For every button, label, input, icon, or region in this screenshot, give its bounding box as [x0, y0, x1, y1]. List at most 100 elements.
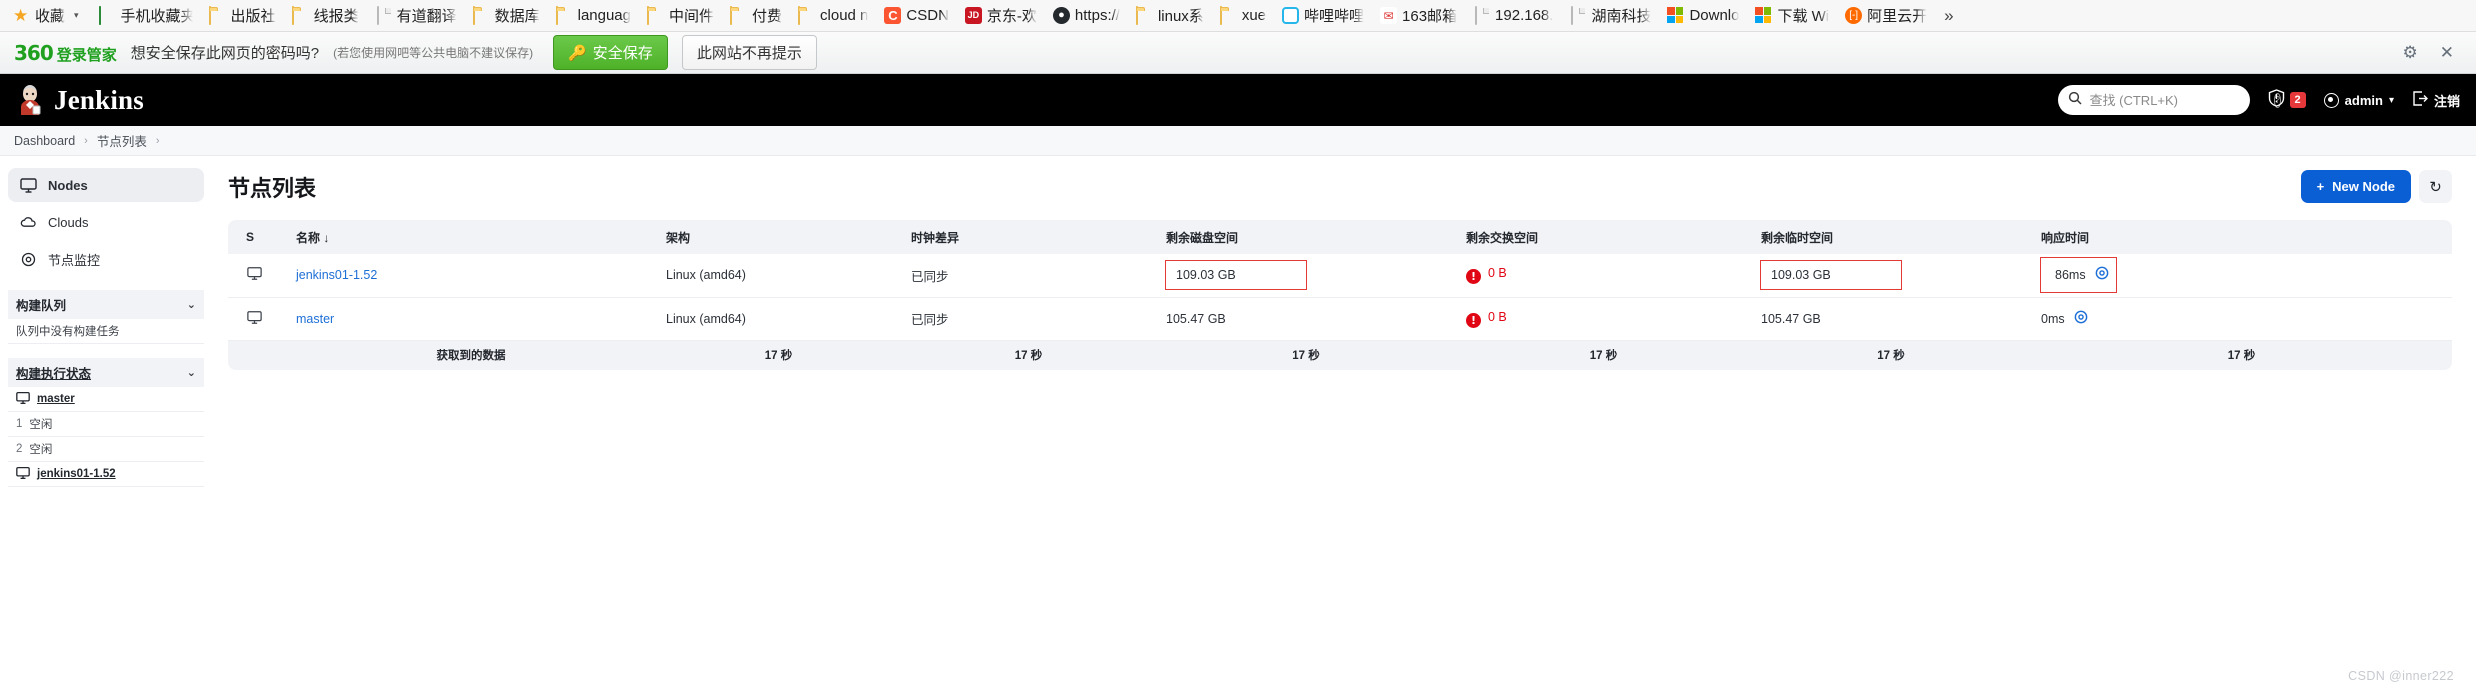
node-link[interactable]: jenkins01-1.52 [296, 268, 377, 282]
free-disk-space-value: 105.47 GB [1166, 311, 1226, 326]
chevron-right-icon: › [84, 134, 88, 147]
executor-slot-status: 空闲 [29, 444, 53, 456]
plus-icon: + [2316, 179, 2325, 194]
sidebar-item-label-nodes: Nodes [48, 177, 88, 193]
password-save-question: 想安全保存此网页的密码吗? [130, 45, 320, 62]
nodes-table-footer-row: 获取到的数据 17 秒 17 秒 17 秒 17 秒 17 秒 17 秒 [228, 340, 2452, 370]
bookmark-label: CSDN [906, 7, 949, 24]
sidebar: Nodes Clouds 节点监控 构建队列 ⌄ 队列中没有构建任务 构建执行状… [0, 156, 212, 691]
executor-node-row[interactable]: master [8, 387, 204, 412]
free-temp-space-value: 109.03 GB [1760, 260, 1902, 291]
close-icon[interactable]: ✕ [2440, 44, 2454, 61]
bookmark-item[interactable]: ★ 收藏 ▾ [6, 2, 90, 29]
bookmark-item[interactable]: xue [1213, 4, 1273, 27]
bookmark-label: 中间件 [669, 8, 715, 25]
sidebar-item-clouds[interactable]: Clouds [8, 205, 204, 239]
jenkins-header: Jenkins ? 2 admin ▾ 注销 [0, 74, 2476, 126]
sidebar-item-label-node-monitoring: 节点监控 [48, 252, 101, 268]
bookmark-item[interactable]: 付费 [723, 2, 789, 29]
secure-save-button[interactable]: 🔑 安全保存 [553, 35, 668, 70]
gear-icon[interactable] [2094, 265, 2110, 285]
bookmark-item[interactable]: 数据库 [466, 2, 547, 29]
bookmark-item[interactable]: 出版社 [202, 2, 283, 29]
nodes-table-header-row: S 名称 ↓ 架构 时钟差异 剩余磁盘空间 剩余交换空间 剩余临时空间 响应时间 [228, 220, 2452, 254]
refresh-icon: ↻ [2429, 178, 2442, 196]
bookmarks-overflow-button[interactable]: » [1936, 6, 1961, 26]
executor-node-name[interactable]: jenkins01-1.52 [37, 468, 116, 480]
bookmark-item[interactable]: 哔哩哔哩 [1275, 2, 1371, 29]
bookmark-item[interactable]: 湖南科技 [1562, 2, 1658, 29]
folder-icon [1135, 6, 1138, 25]
bookmark-item[interactable]: ✉ 163邮箱 [1373, 2, 1464, 29]
new-node-button[interactable]: + New Node [2300, 170, 2411, 203]
page-icon [1475, 6, 1478, 25]
security-alerts-button[interactable]: 2 [2268, 88, 2306, 112]
bookmark-item[interactable]: JD 京东-欢 [958, 2, 1044, 29]
gear-icon[interactable] [2073, 309, 2089, 329]
col-clock-difference[interactable]: 时钟差异 [901, 220, 1156, 254]
logout-button[interactable]: 注销 [2412, 91, 2460, 110]
page-icon [376, 6, 379, 25]
col-free-temp-space[interactable]: 剩余临时空间 [1751, 220, 2031, 254]
sidebar-item-node-monitoring[interactable]: 节点监控 [8, 242, 204, 276]
bookmark-item[interactable]: languag [549, 4, 638, 27]
bookmark-item[interactable]: 192.168. [1466, 4, 1560, 27]
search-input[interactable] [2089, 92, 2266, 108]
main-content: 节点列表 + New Node ↻ S 名称 ↓ 架构 时钟差异 剩余磁盘空间 … [212, 156, 2476, 691]
breadcrumb-item-nodes[interactable]: 节点列表 [97, 131, 147, 150]
logout-icon [2412, 91, 2428, 109]
password-manager-logo: 360 登录管家 [14, 41, 117, 65]
col-name[interactable]: 名称 ↓ [286, 220, 656, 254]
chevron-down-icon[interactable]: ▾ [70, 10, 83, 21]
bookmark-item[interactable]: 下载 Wi [1748, 2, 1836, 29]
col-architecture[interactable]: 架构 [656, 220, 901, 254]
cell-free-swap-space: ! 0 B [1456, 297, 1751, 341]
bookmark-label: 手机收藏夹 [120, 8, 193, 25]
col-free-swap-space[interactable]: 剩余交换空间 [1456, 220, 1751, 254]
col-free-disk-space[interactable]: 剩余磁盘空间 [1156, 220, 1456, 254]
bookmark-item[interactable]: C CSDN [877, 4, 956, 27]
folder-icon [208, 6, 211, 25]
node-link[interactable]: master [296, 312, 334, 326]
bookmark-item[interactable]: Downlo [1660, 4, 1746, 27]
nodes-table: S 名称 ↓ 架构 时钟差异 剩余磁盘空间 剩余交换空间 剩余临时空间 响应时间… [228, 220, 2452, 370]
jenkins-logo-link[interactable]: Jenkins [16, 85, 144, 116]
breadcrumb-item-dashboard[interactable]: Dashboard [14, 134, 75, 148]
footer-value-clock: 17 秒 [901, 340, 1156, 370]
user-menu-button[interactable]: admin ▾ [2323, 92, 2394, 108]
bookmark-label: 湖南科技 [1591, 8, 1652, 25]
cell-name: jenkins01-1.52 [286, 254, 656, 298]
password-save-hint: (若您使用网吧等公共电脑不建议保存) [333, 46, 534, 60]
refresh-button[interactable]: ↻ [2419, 170, 2452, 203]
cell-status [228, 297, 286, 341]
build-queue-header[interactable]: 构建队列 ⌄ [8, 290, 204, 319]
search-icon [2068, 91, 2082, 110]
bookmark-item[interactable]: 中间件 [640, 2, 721, 29]
bookmark-item[interactable]: ● https:// [1046, 4, 1127, 27]
bookmark-item[interactable]: linux系 [1129, 2, 1211, 29]
cell-architecture: Linux (amd64) [656, 297, 901, 341]
never-ask-button[interactable]: 此网站不再提示 [681, 35, 817, 70]
bookmark-item[interactable]: 线报类 [285, 2, 366, 29]
bookmark-item[interactable]: cloud n [791, 4, 875, 27]
executor-node-row[interactable]: jenkins01-1.52 [8, 462, 204, 487]
bookmark-label: 下载 Wi [1777, 8, 1830, 25]
gear-icon[interactable]: ⚙ [2403, 44, 2418, 61]
search-box[interactable]: ? [2057, 85, 2282, 115]
bookmark-label: 192.168. [1495, 7, 1554, 24]
logout-label: 注销 [2433, 93, 2460, 109]
page-title: 节点列表 [228, 175, 317, 201]
sidebar-item-nodes[interactable]: Nodes [8, 168, 204, 202]
footer-value-disk: 17 秒 [1156, 340, 1456, 370]
bookmark-item[interactable]: [-] 阿里云开 [1838, 2, 1934, 29]
build-executor-header[interactable]: 构建执行状态 ⌄ [8, 358, 204, 387]
bookmark-item[interactable]: 有道翻译 [368, 2, 464, 29]
executor-slot-number: 2 [16, 443, 23, 455]
browser-bookmarks-bar: ★ 收藏 ▾ 手机收藏夹 出版社 线报类 有道翻译 数据库 languag 中间件 付费 cloud … [0, 0, 2476, 32]
password-manager-bar: 360 登录管家 想安全保存此网页的密码吗? (若您使用网吧等公共电脑不建议保存… [0, 32, 2476, 74]
col-response-time[interactable]: 响应时间 [2031, 220, 2452, 254]
executor-node-name[interactable]: master [37, 393, 75, 405]
page-icon [1571, 6, 1574, 25]
build-queue-title: 构建队列 [16, 299, 67, 313]
bookmark-item[interactable]: 手机收藏夹 [92, 2, 200, 29]
